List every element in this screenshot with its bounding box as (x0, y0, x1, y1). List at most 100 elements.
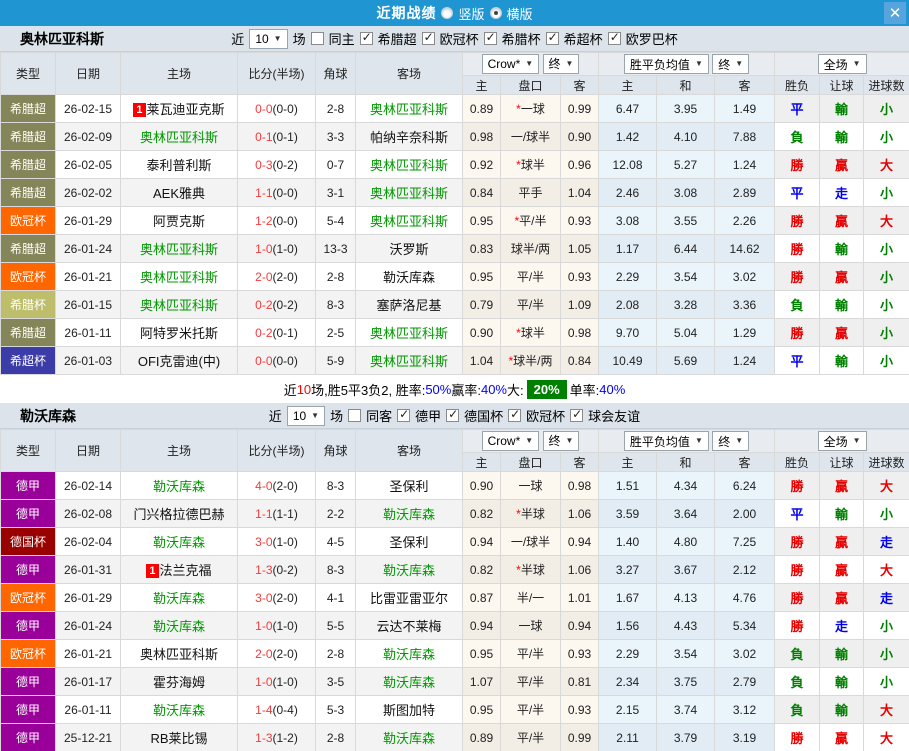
avg-away-odds: 7.25 (714, 527, 776, 556)
league-checkbox-2[interactable] (483, 30, 497, 45)
recent-results-window: 近期战绩 竖版 横版 ✕ 奥林匹亚科斯 近10▼场同主希腊超欧冠杯希腊杯希超杯欧… (0, 0, 909, 751)
result-wdl: 負 (774, 639, 821, 668)
match-row: 德甲 26-01-31 1 法兰克福 1-3(0-2) 8-3 勒沃库森 0.82 *半球 1.0… (0, 555, 909, 584)
chevron-down-icon: ▼ (273, 33, 282, 43)
avg-home-odds: 1.40 (598, 527, 658, 556)
league-checkbox-4[interactable] (607, 30, 621, 45)
avg-home-odds: 1.17 (598, 234, 658, 263)
avg-away-odds: 1.24 (714, 346, 776, 375)
league-checkbox-label[interactable]: 希腊超 (378, 29, 417, 48)
result-wdl: 勝 (774, 318, 821, 347)
league-checkbox-3[interactable] (545, 30, 559, 45)
league-checkbox-label[interactable]: 德国杯 (464, 406, 503, 425)
odds-time-select[interactable]: 终 ▼ (542, 53, 580, 74)
avg-draw-odds: 5.04 (656, 318, 716, 347)
league-checkbox-label[interactable]: 德甲 (415, 406, 441, 425)
same-venue-checkbox[interactable] (348, 409, 362, 422)
match-row: 德甲 26-02-14 勒沃库森 4-0(2-0) 8-3 圣保利 0.90 一球 0.98 1.… (0, 471, 909, 500)
match-count-select[interactable]: 10 ▼ (249, 28, 288, 49)
avg-draw-odds: 4.34 (656, 471, 716, 500)
league-checkbox-label[interactable]: 希腊杯 (502, 29, 541, 48)
avg-type-select[interactable]: 胜平负均值 ▼ (623, 431, 709, 451)
crown-away-odds: 1.06 (559, 499, 600, 528)
match-date: 26-01-24 (55, 234, 121, 263)
avg-away-odds: 3.02 (714, 639, 776, 668)
avg-away-odds: 3.12 (714, 695, 776, 724)
match-row: 希腊超 26-02-02 AEK雅典 1-1(0-0) 3-1 奥林匹亚科斯 0.84 平手 1… (0, 178, 909, 207)
scope-select[interactable]: 全场 ▼ (817, 54, 867, 74)
subcol-avg-away: 客 (714, 75, 776, 95)
same-venue-label[interactable]: 同主 (329, 29, 355, 48)
league-badge: 德甲 (0, 667, 56, 696)
match-row: 希腊超 26-01-11 阿特罗米托斯 0-2(0-1) 2-5 奥林匹亚科斯 0.90 *球… (0, 318, 909, 347)
league-checkbox-label[interactable]: 欧冠杯 (440, 29, 479, 48)
league-badge: 德甲 (0, 471, 56, 500)
handicap-cell: 一/球半 (500, 122, 561, 151)
league-checkbox-label[interactable]: 球会友谊 (588, 406, 640, 425)
avg-draw-odds: 4.80 (656, 527, 716, 556)
handicap-cell: 平/半 (500, 695, 561, 724)
league-checkbox-0[interactable] (359, 30, 373, 45)
result-wdl: 負 (774, 695, 821, 724)
league-badge: 希腊超 (0, 178, 56, 207)
home-team: RB莱比锡 (120, 723, 238, 751)
avg-draw-odds: 3.55 (656, 206, 716, 235)
home-team: 勒沃库森 (120, 695, 238, 724)
away-team: 奥林匹亚科斯 (355, 346, 463, 375)
league-checkbox-2[interactable] (508, 407, 522, 422)
score-cell: 3-0(2-0) (237, 583, 316, 612)
match-date: 26-01-21 (55, 639, 121, 668)
match-date: 26-02-14 (55, 471, 121, 500)
corners-cell: 2-8 (315, 94, 356, 123)
league-checkbox-label[interactable]: 希超杯 (564, 29, 603, 48)
avg-home-odds: 9.70 (598, 318, 658, 347)
crown-home-odds: 0.95 (462, 695, 501, 724)
col-away: 客场 (355, 52, 463, 95)
result-goals: 小 (863, 346, 909, 375)
avg-type-select[interactable]: 胜平负均值 ▼ (623, 54, 709, 74)
avg-time-select[interactable]: 终 ▼ (712, 54, 750, 74)
result-wdl: 勝 (774, 583, 821, 612)
same-venue-label[interactable]: 同客 (366, 406, 392, 425)
league-badge: 希腊超 (0, 122, 56, 151)
scope-select[interactable]: 全场 ▼ (817, 431, 867, 451)
result-wdl: 勝 (774, 234, 821, 263)
away-team: 勒沃库森 (355, 723, 463, 751)
avg-time-select[interactable]: 终 ▼ (712, 431, 750, 451)
avg-home-odds: 2.15 (598, 695, 658, 724)
score-cell: 3-0(1-0) (237, 527, 316, 556)
score-cell: 1-1(0-0) (237, 178, 316, 207)
match-row: 德甲 26-01-24 勒沃库森 1-0(1-0) 5-5 云达不莱梅 0.94 一球 0.94… (0, 611, 909, 640)
vertical-layout-radio[interactable] (441, 7, 454, 19)
crown-home-odds: 0.90 (462, 471, 501, 500)
result-wdl: 勝 (774, 555, 821, 584)
handicap-cell: *半球 (500, 555, 561, 584)
away-team: 比雷亚雷亚尔 (355, 583, 463, 612)
odds-source-select[interactable]: Crow* ▼ (481, 431, 540, 452)
league-checkbox-3[interactable] (570, 407, 584, 422)
home-team: 勒沃库森 (120, 611, 238, 640)
same-venue-checkbox[interactable] (310, 32, 324, 45)
league-checkbox-1[interactable] (446, 407, 460, 422)
horizontal-layout-label[interactable]: 横版 (507, 4, 533, 23)
result-wdl: 平 (774, 94, 821, 123)
games-label: 场 (330, 409, 344, 424)
summary-segment: 场,胜5平3负2, 胜率: (311, 382, 426, 398)
handicap-cell: *半球 (500, 499, 561, 528)
avg-away-odds: 2.89 (714, 178, 776, 207)
close-icon[interactable]: ✕ (884, 2, 906, 24)
crown-away-odds: 0.99 (559, 723, 600, 751)
match-date: 26-01-11 (55, 318, 121, 347)
subcol-handicap: 盘口 (500, 75, 561, 95)
match-count-select[interactable]: 10 ▼ (286, 405, 326, 426)
league-checkbox-0[interactable] (397, 407, 411, 422)
horizontal-layout-radio[interactable] (489, 7, 502, 19)
league-checkbox-label[interactable]: 欧冠杯 (526, 406, 565, 425)
odds-source-select[interactable]: Crow* ▼ (481, 54, 540, 75)
odds-time-select[interactable]: 终 ▼ (542, 430, 580, 451)
corners-cell: 8-3 (315, 555, 356, 584)
crown-away-odds: 1.04 (559, 178, 600, 207)
league-checkbox-1[interactable] (421, 30, 435, 45)
league-checkbox-label[interactable]: 欧罗巴杯 (626, 29, 678, 48)
vertical-layout-label[interactable]: 竖版 (458, 4, 484, 23)
